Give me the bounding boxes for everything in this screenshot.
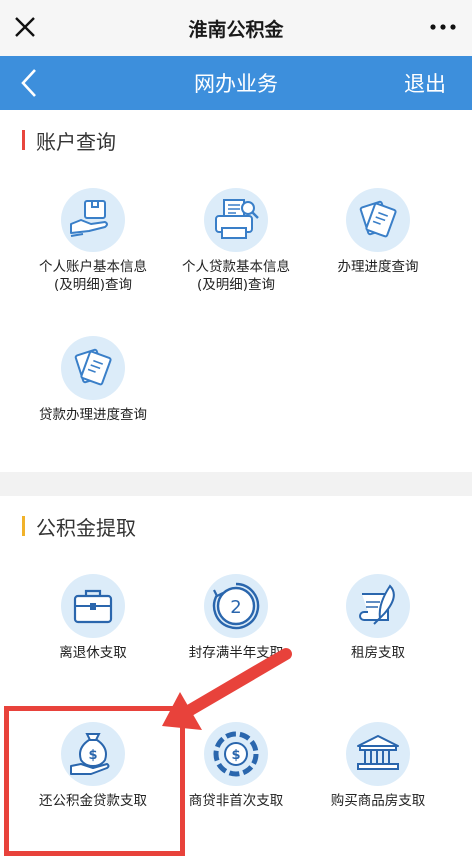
more-icon[interactable] bbox=[428, 17, 458, 37]
feather-scroll-icon bbox=[346, 574, 410, 638]
progress-query-item[interactable]: 办理进度查询 bbox=[303, 188, 453, 276]
account-query-section: 账户查询 个人账户基本信息 (及明细)查询 个人贷款基本信息 (及明细)查询 办… bbox=[0, 110, 472, 472]
cycle-2-icon: 2 bbox=[204, 574, 268, 638]
item-label: 个人账户基本信息 (及明细)查询 bbox=[39, 259, 147, 293]
section-title: 账户查询 bbox=[36, 130, 116, 154]
briefcase-icon bbox=[61, 574, 125, 638]
item-label: 办理进度查询 bbox=[337, 259, 419, 275]
printer-search-icon bbox=[204, 188, 268, 252]
section-title: 公积金提取 bbox=[36, 516, 136, 540]
section-accent-bar bbox=[22, 516, 25, 536]
bank-building-icon bbox=[346, 722, 410, 786]
documents-icon bbox=[61, 336, 125, 400]
svg-text:2: 2 bbox=[230, 597, 241, 618]
item-label: 租房支取 bbox=[351, 645, 405, 661]
item-label: 个人贷款基本信息 (及明细)查询 bbox=[182, 259, 290, 293]
section-divider bbox=[0, 472, 472, 496]
item-label: 购买商品房支取 bbox=[330, 793, 426, 809]
wechat-title: 淮南公积金 bbox=[188, 19, 284, 41]
loan-progress-query-item[interactable]: 贷款办理进度查询 bbox=[18, 336, 168, 424]
buy-house-withdrawal-item[interactable]: 购买商品房支取 bbox=[303, 722, 453, 810]
logout-button[interactable]: 退出 bbox=[404, 68, 446, 98]
item-label: 贷款办理进度查询 bbox=[39, 407, 147, 423]
page-title: 网办业务 bbox=[194, 72, 278, 96]
highlight-arrow-icon bbox=[162, 648, 292, 730]
item-label: 离退休支取 bbox=[59, 645, 127, 661]
section-accent-bar bbox=[22, 130, 25, 150]
documents-icon bbox=[346, 188, 410, 252]
svg-text:$: $ bbox=[231, 748, 240, 763]
retirement-withdrawal-item[interactable]: 离退休支取 bbox=[18, 574, 168, 662]
wechat-title-bar: 淮南公积金 bbox=[0, 0, 472, 56]
rent-withdrawal-item[interactable]: 租房支取 bbox=[303, 574, 453, 662]
loan-info-query-item[interactable]: 个人贷款基本信息 (及明细)查询 bbox=[161, 188, 311, 294]
hand-box-icon bbox=[61, 188, 125, 252]
account-info-query-item[interactable]: 个人账户基本信息 (及明细)查询 bbox=[18, 188, 168, 294]
app-header: 网办业务 退出 bbox=[0, 56, 472, 110]
